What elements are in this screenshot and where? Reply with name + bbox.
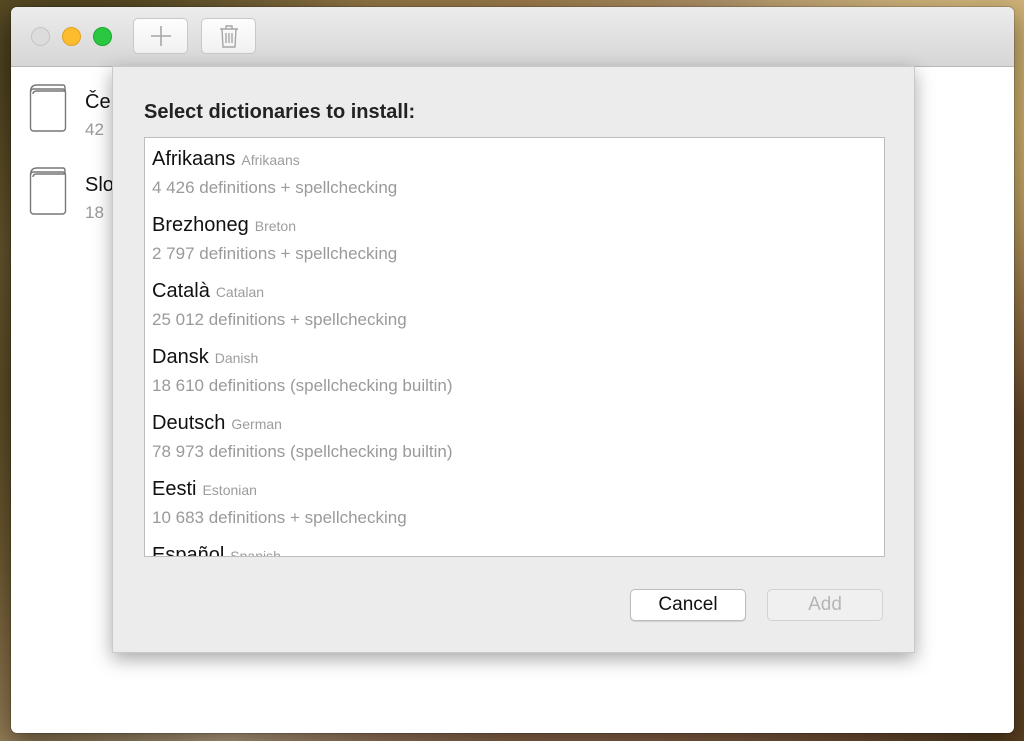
language-native-name: Dansk xyxy=(152,346,209,368)
book-icon xyxy=(29,84,67,132)
add-dictionary-button[interactable] xyxy=(133,18,188,54)
language-english-name: Catalan xyxy=(215,284,265,300)
language-english-name: Estonian xyxy=(202,482,257,498)
list-item[interactable]: Dansk Danish 18 610 definitions (spellche… xyxy=(152,346,872,412)
title-bar xyxy=(11,7,1014,67)
close-window-button[interactable] xyxy=(31,27,50,46)
dictionary-count: 18 xyxy=(85,203,104,222)
plus-icon xyxy=(150,26,171,46)
language-english-name: German xyxy=(231,416,282,432)
language-english-name: Spanish xyxy=(230,548,281,557)
language-native-name: Eesti xyxy=(152,478,197,500)
list-item[interactable]: Español Spanish xyxy=(152,544,872,557)
dictionary-options-list[interactable]: Afrikaans Afrikaans 4 426 definitions + s… xyxy=(144,137,885,557)
language-detail: 2 797 definitions + spellchecking xyxy=(152,244,398,263)
language-english-name: Breton xyxy=(254,218,296,234)
sheet-title: Select dictionaries to install: xyxy=(144,101,416,123)
minimize-window-button[interactable] xyxy=(62,27,81,46)
language-native-name: Brezhoneg xyxy=(152,214,249,236)
language-detail: 78 973 definitions (spellchecking builti… xyxy=(152,442,453,461)
cancel-button[interactable]: Cancel xyxy=(630,589,746,621)
list-item[interactable]: Deutsch German 78 973 definitions (spellc… xyxy=(152,412,872,478)
language-native-name: Español xyxy=(152,544,225,557)
language-detail: 4 426 definitions + spellchecking xyxy=(152,178,398,197)
list-item[interactable]: Afrikaans Afrikaans 4 426 definitions + s… xyxy=(152,148,872,214)
list-item[interactable]: Català Catalan 25 012 definitions + spell… xyxy=(152,280,872,346)
dictionary-name: Če xyxy=(85,91,111,113)
language-detail: 18 610 definitions (spellchecking builti… xyxy=(152,376,453,395)
list-item[interactable]: Brezhoneg Breton 2 797 definitions + spel… xyxy=(152,214,872,280)
language-detail: 10 683 definitions + spellchecking xyxy=(152,508,407,527)
zoom-window-button[interactable] xyxy=(93,27,112,46)
language-english-name: Afrikaans xyxy=(241,152,300,168)
delete-dictionary-button[interactable] xyxy=(201,18,256,54)
dictionary-count: 42 xyxy=(85,120,104,139)
book-icon xyxy=(29,167,67,215)
language-native-name: Afrikaans xyxy=(152,148,236,170)
add-button[interactable]: Add xyxy=(767,589,883,621)
language-detail: 25 012 definitions + spellchecking xyxy=(152,310,407,329)
language-native-name: Català xyxy=(152,280,210,302)
trash-icon xyxy=(219,25,238,48)
dictionary-name: Slo xyxy=(85,174,114,196)
install-dictionaries-sheet: Select dictionaries to install: Afrikaan… xyxy=(112,66,915,653)
language-native-name: Deutsch xyxy=(152,412,226,434)
list-item[interactable]: Eesti Estonian 10 683 definitions + spell… xyxy=(152,478,872,544)
language-english-name: Danish xyxy=(214,350,259,366)
